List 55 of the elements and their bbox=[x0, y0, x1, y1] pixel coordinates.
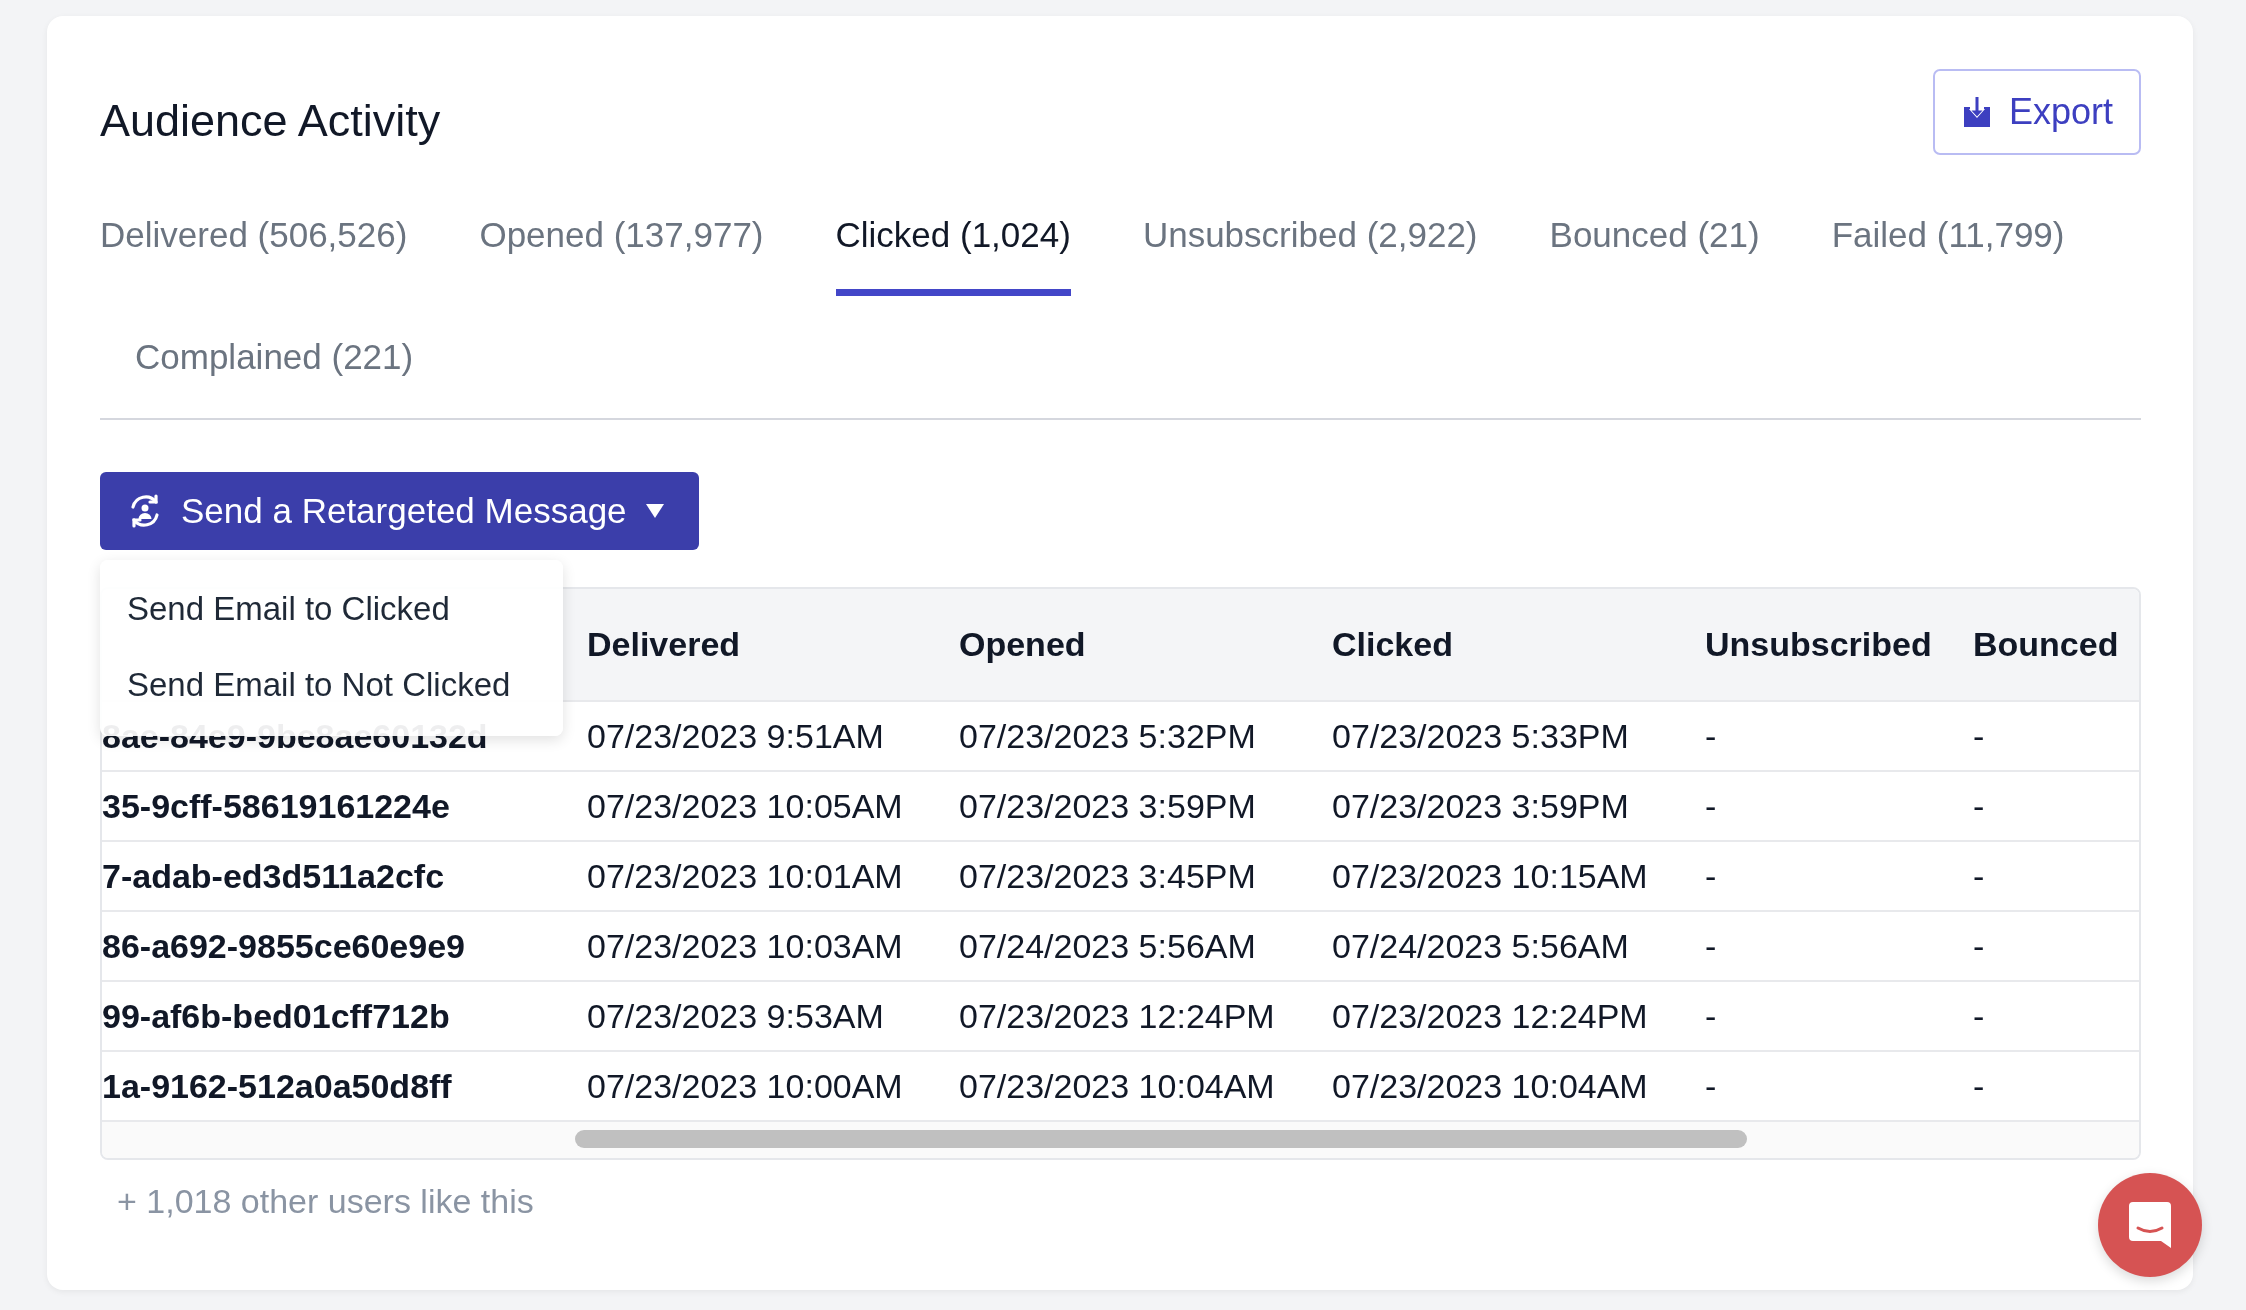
user-id-cell: 35-9cff-58619161224e bbox=[102, 786, 450, 826]
table-cell-text: - bbox=[1704, 926, 1718, 966]
chat-icon bbox=[2127, 1200, 2173, 1250]
table-cell-text: 07/23/2023 12:24PM bbox=[958, 996, 1276, 1036]
table-cell-text: 07/23/2023 10:00AM bbox=[586, 1066, 904, 1106]
export-button[interactable]: Export bbox=[1932, 69, 2141, 155]
user-id-cell: 99-af6b-bed01cff712b bbox=[102, 996, 450, 1036]
table-cell-text: 07/23/2023 10:03AM bbox=[586, 926, 904, 966]
tab[interactable]: Bounced (21) bbox=[1549, 199, 1760, 296]
table-cell-text: 07/24/2023 5:56AM bbox=[958, 926, 1257, 966]
user-id-cell: 7-adab-ed3d511a2cfc bbox=[102, 856, 445, 896]
table-cell-text: 07/23/2023 3:59PM bbox=[1331, 786, 1630, 826]
table-cell-text: 07/23/2023 9:53AM bbox=[586, 996, 885, 1036]
tab[interactable]: Complained (221) bbox=[135, 321, 414, 418]
tab[interactable]: Clicked (1,024) bbox=[835, 199, 1071, 296]
table-cell-text: 07/23/2023 9:51AM bbox=[586, 716, 885, 756]
table-cell-text: 07/23/2023 10:01AM bbox=[586, 856, 904, 896]
table-cell-text: - bbox=[1972, 716, 1986, 756]
table-cell-text: 07/23/2023 5:32PM bbox=[958, 716, 1257, 756]
table-cell-text: 07/23/2023 10:04AM bbox=[1331, 1066, 1649, 1106]
user-id-cell: 1a-9162-512a0a50d8ff bbox=[102, 1066, 452, 1106]
tab[interactable]: Opened (137,977) bbox=[479, 199, 764, 296]
table-cell-text: 07/23/2023 5:33PM bbox=[1331, 716, 1630, 756]
column-header: Opened bbox=[958, 625, 1087, 664]
table-cell-text: 07/23/2023 3:59PM bbox=[958, 786, 1257, 826]
tab[interactable]: Failed (11,799) bbox=[1831, 199, 2065, 296]
table-cell-text: 07/24/2023 5:56AM bbox=[1331, 926, 1630, 966]
table-cell-text: 07/23/2023 3:45PM bbox=[958, 856, 1257, 896]
menu-item[interactable]: Send Email to Clicked bbox=[100, 572, 563, 648]
more-users-text: + 1,018 other users like this bbox=[117, 1182, 535, 1221]
table-cell-text: - bbox=[1704, 856, 1718, 896]
column-header: Clicked bbox=[1331, 625, 1454, 664]
table-cell-text: - bbox=[1972, 926, 1986, 966]
column-header: Bounced bbox=[1972, 625, 2120, 664]
table-cell-text: 07/23/2023 10:04AM bbox=[958, 1066, 1276, 1106]
table-cell-text: 07/23/2023 10:15AM bbox=[1331, 856, 1649, 896]
user-id-cell: 86-a692-9855ce60e9e9 bbox=[102, 926, 465, 966]
table-cell-text: 07/23/2023 12:24PM bbox=[1331, 996, 1649, 1036]
page-title: Audience Activity bbox=[100, 95, 441, 147]
table-cell-text: - bbox=[1972, 856, 1986, 896]
column-header: Delivered bbox=[586, 625, 742, 664]
table-cell-text: - bbox=[1972, 786, 1986, 826]
tab[interactable]: Delivered (506,526) bbox=[100, 199, 408, 296]
table-cell-text: - bbox=[1704, 1066, 1718, 1106]
scrollbar-thumb[interactable] bbox=[575, 1130, 1747, 1148]
table-cell-text: - bbox=[1704, 716, 1718, 756]
column-header: Unsubscribed bbox=[1704, 625, 1933, 664]
table-cell-text: - bbox=[1972, 996, 1986, 1036]
tab[interactable]: Unsubscribed (2,922) bbox=[1142, 199, 1478, 296]
retarget-button[interactable]: Send a Retargeted Message bbox=[100, 472, 699, 550]
caret-icon bbox=[644, 503, 665, 519]
table-cell-text: - bbox=[1704, 786, 1718, 826]
table-cell-text: - bbox=[1972, 1066, 1986, 1106]
table-cell-text: - bbox=[1704, 996, 1718, 1036]
table-cell-text: 07/23/2023 10:05AM bbox=[586, 786, 904, 826]
